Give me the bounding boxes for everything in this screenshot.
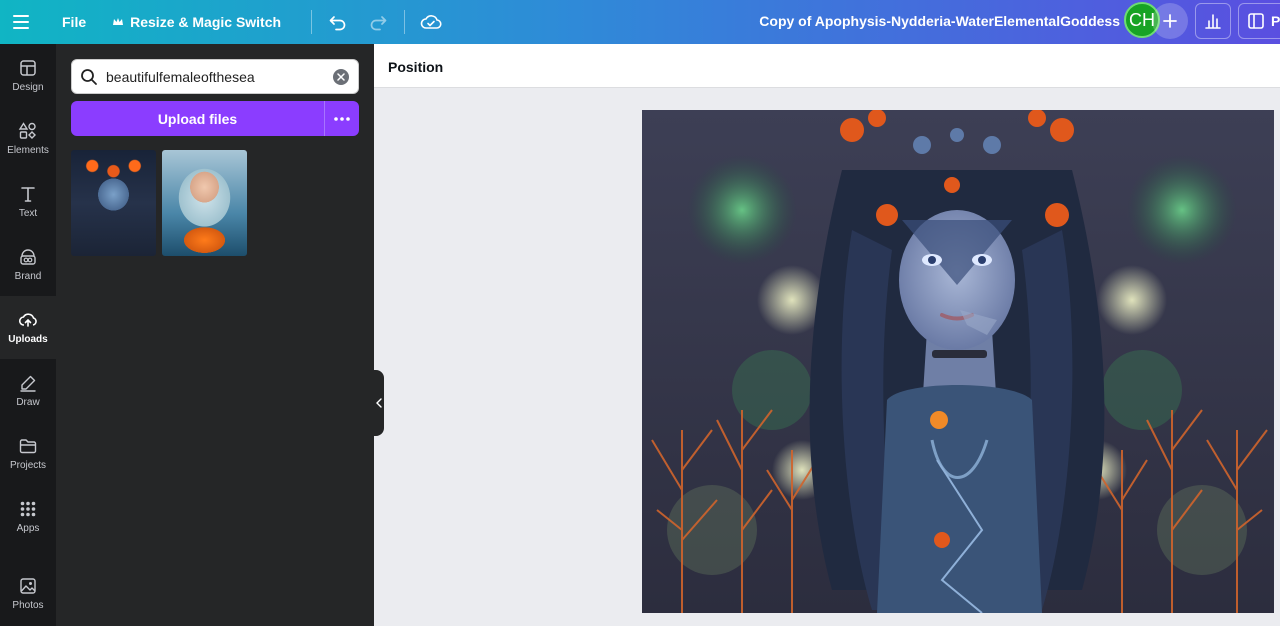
- resize-label: Resize & Magic Switch: [130, 14, 282, 30]
- rail-label: Design: [12, 82, 44, 93]
- file-menu[interactable]: File: [44, 0, 98, 44]
- upload-thumbnail[interactable]: [71, 150, 156, 256]
- undo-button[interactable]: [318, 0, 358, 44]
- document-title[interactable]: Copy of Apophysis-Nydderia-WaterElementa…: [740, 13, 1120, 29]
- artwork-image: [642, 110, 1274, 613]
- redo-icon: [370, 16, 387, 31]
- upload-controls: Upload files: [71, 101, 359, 136]
- shapes-icon: [18, 122, 36, 139]
- context-toolbar: Position: [374, 44, 1280, 88]
- cloud-upload-icon: [18, 313, 37, 327]
- plus-icon: [1163, 14, 1177, 28]
- toolbar-divider: [311, 10, 313, 34]
- rail-item-brand[interactable]: Brand: [0, 233, 56, 296]
- present-button[interactable]: P: [1238, 3, 1280, 39]
- rail-item-design[interactable]: Design: [0, 44, 56, 107]
- rail-spacer: [0, 548, 56, 562]
- rail-label: Elements: [7, 145, 49, 156]
- more-upload-options-button[interactable]: [324, 101, 359, 136]
- layout-icon: [20, 60, 36, 76]
- chevron-left-icon: [375, 398, 382, 408]
- rail-item-draw[interactable]: Draw: [0, 359, 56, 422]
- grid-dots-icon: [20, 501, 36, 517]
- rail-label: Photos: [12, 600, 44, 611]
- rail-label: Brand: [14, 271, 42, 282]
- crown-icon: [113, 18, 124, 25]
- rail-label: Apps: [16, 523, 40, 534]
- cloud-check-icon: [420, 15, 442, 29]
- rail-label: Draw: [16, 397, 40, 408]
- redo-button[interactable]: [358, 0, 398, 44]
- text-icon: [21, 187, 35, 202]
- uploads-panel: Upload files: [56, 44, 374, 626]
- toolbar-divider: [404, 10, 406, 34]
- rail-item-photos[interactable]: Photos: [0, 562, 56, 625]
- rail-label: Uploads: [8, 334, 48, 345]
- resize-magic-switch-button[interactable]: Resize & Magic Switch: [98, 0, 293, 44]
- rail-item-uploads[interactable]: Uploads: [0, 296, 56, 359]
- hamburger-icon: [13, 15, 29, 29]
- collapse-panel-handle[interactable]: [373, 370, 384, 436]
- rail-item-elements[interactable]: Elements: [0, 107, 56, 170]
- bar-chart-icon: [1205, 14, 1221, 29]
- image-icon: [20, 578, 36, 594]
- upload-files-button[interactable]: Upload files: [71, 101, 324, 136]
- menu-button[interactable]: [0, 0, 44, 44]
- close-icon: [337, 73, 345, 81]
- add-collaborator-button[interactable]: [1152, 3, 1188, 39]
- rail-item-projects[interactable]: Projects: [0, 422, 56, 485]
- upload-thumbnail[interactable]: [162, 150, 247, 256]
- position-button[interactable]: Position: [388, 59, 443, 75]
- search-box: [71, 59, 359, 94]
- clear-search-button[interactable]: [333, 69, 349, 85]
- insights-button[interactable]: [1195, 3, 1231, 39]
- rail-item-apps[interactable]: Apps: [0, 485, 56, 548]
- present-icon: [1248, 13, 1264, 29]
- save-status-button[interactable]: [411, 0, 451, 44]
- pen-icon: [20, 375, 36, 392]
- rail-label: Projects: [9, 460, 47, 471]
- undo-icon: [329, 16, 346, 31]
- top-bar: File Resize & Magic Switch Copy of Apoph…: [0, 0, 1280, 44]
- design-canvas[interactable]: [642, 110, 1274, 613]
- brand-icon: [20, 249, 36, 265]
- rail-label: Text: [18, 208, 38, 219]
- folder-icon: [19, 439, 37, 454]
- search-input[interactable]: [106, 68, 326, 85]
- search-icon: [81, 68, 97, 85]
- more-horizontal-icon: [334, 116, 350, 121]
- left-rail: Design Elements Text Brand Uploads Draw …: [0, 44, 56, 626]
- present-label: P: [1271, 13, 1280, 29]
- rail-item-text[interactable]: Text: [0, 170, 56, 233]
